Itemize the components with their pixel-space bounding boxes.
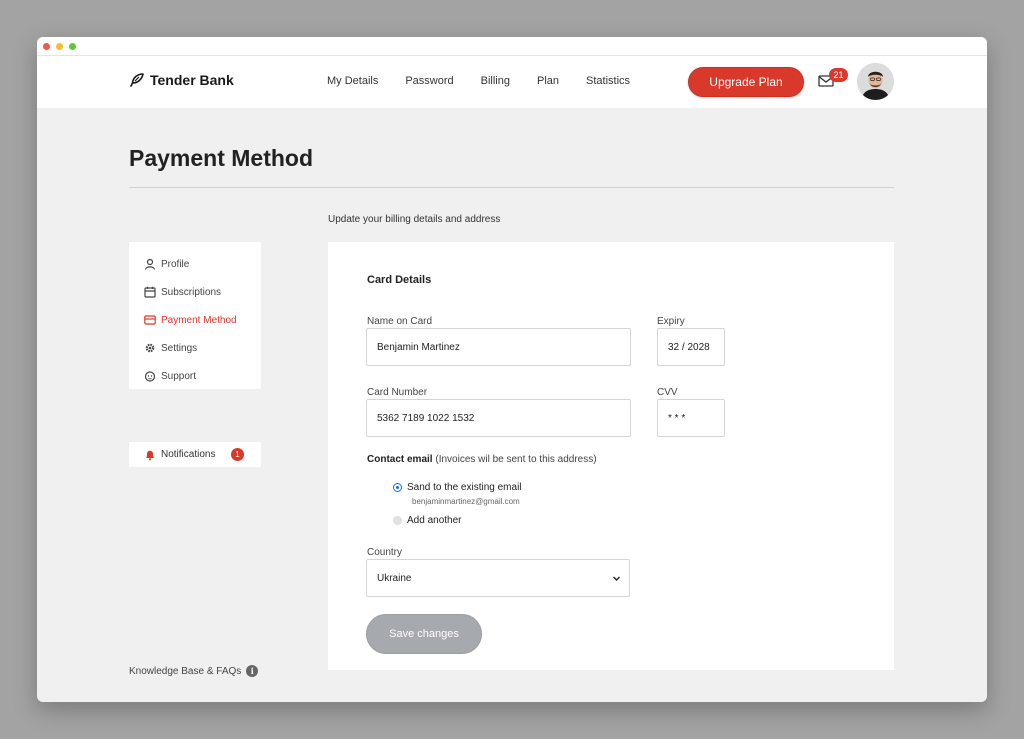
card-details-title: Card Details — [367, 274, 432, 286]
notifications-count-badge: 1 — [231, 448, 244, 461]
radio-existing-email[interactable]: Sand to the existing email — [393, 482, 522, 493]
title-bar — [37, 37, 987, 56]
sidebar-item-payment-method[interactable]: Payment Method — [129, 306, 261, 334]
info-icon: i — [246, 665, 259, 677]
country-value: Ukraine — [377, 572, 412, 584]
page-title: Payment Method — [129, 145, 314, 171]
calendar-icon — [144, 286, 156, 298]
radio-existing-email-label: Sand to the existing email — [407, 482, 522, 493]
user-icon — [144, 258, 156, 270]
nav-link-my-details[interactable]: My Details — [327, 75, 378, 87]
sidebar-item-label: Payment Method — [161, 314, 237, 326]
close-window-button[interactable] — [43, 43, 50, 50]
credit-card-icon — [144, 315, 156, 325]
logo[interactable]: Tender Bank — [129, 72, 234, 88]
expiry-label: Expiry — [657, 316, 685, 327]
mail-count-badge: 21 — [829, 68, 848, 82]
bell-icon — [146, 450, 154, 460]
sidebar-item-settings[interactable]: Settings — [129, 334, 261, 362]
avatar-image — [857, 63, 894, 100]
sidebar-item-label: Subscriptions — [161, 286, 222, 298]
sidebar-item-support[interactable]: Support — [129, 362, 261, 390]
nav-link-password[interactable]: Password — [405, 75, 453, 87]
chevron-down-icon — [613, 576, 620, 581]
cvv-label: CVV — [657, 387, 678, 398]
sidebar-item-label: Support — [161, 370, 197, 382]
support-icon — [144, 371, 156, 382]
notifications-item[interactable]: Notifications 1 — [129, 442, 261, 467]
sidebar-item-subscriptions[interactable]: Subscriptions — [129, 278, 261, 306]
country-label: Country — [367, 547, 403, 558]
avatar[interactable] — [857, 63, 894, 100]
notifications-label: Notifications — [161, 449, 216, 460]
existing-email-address: benjaminmartinez@gmail.com — [412, 497, 520, 506]
knowledge-base-label: Knowledge Base & FAQs — [129, 665, 242, 677]
card-number-label: Card Number — [367, 387, 428, 398]
name-on-card-label: Name on Card — [367, 316, 433, 327]
minimize-window-button[interactable] — [56, 43, 63, 50]
sidebar-item-label: Settings — [161, 342, 198, 354]
nav-link-plan[interactable]: Plan — [537, 75, 559, 87]
title-divider — [129, 187, 894, 188]
cvv-field[interactable]: * * * — [657, 399, 725, 437]
save-changes-button[interactable]: Save changes — [366, 614, 482, 654]
contact-email-note: (Invoices wil be sent to this address) — [435, 454, 597, 465]
sidebar-item-label: Profile — [161, 258, 190, 270]
radio-unselected-icon[interactable] — [393, 516, 402, 525]
contact-email-title: Contact email — [367, 454, 433, 465]
gear-icon — [145, 343, 155, 353]
nav-link-statistics[interactable]: Statistics — [586, 75, 630, 87]
card-details-panel: Card Details Name on Card Benjamin Marti… — [328, 242, 894, 670]
name-on-card-field[interactable]: Benjamin Martinez — [366, 328, 631, 366]
nav-link-billing[interactable]: Billing — [481, 75, 510, 87]
upgrade-plan-button[interactable]: Upgrade Plan — [688, 67, 804, 97]
radio-selected-icon[interactable] — [393, 483, 402, 492]
feather-icon — [130, 73, 144, 87]
side-menu: Profile Subscriptions Payment Method Set… — [129, 242, 261, 389]
radio-add-another-label: Add another — [407, 515, 462, 526]
card-number-field[interactable]: 5362 7189 1022 1532 — [366, 399, 631, 437]
knowledge-base-link[interactable]: Knowledge Base & FAQs i — [129, 665, 259, 677]
contact-email-label: Contact email (Invoices wil be sent to t… — [367, 454, 597, 465]
sidebar-item-profile[interactable]: Profile — [129, 250, 261, 278]
top-nav: Tender Bank My Details Password Billing … — [37, 56, 987, 108]
expiry-field[interactable]: 32 / 2028 — [657, 328, 725, 366]
nav-links: My Details Password Billing Plan Statist… — [327, 75, 657, 87]
country-select[interactable]: Ukraine — [366, 559, 630, 597]
brand-name: Tender Bank — [150, 72, 234, 88]
browser-window: Tender Bank My Details Password Billing … — [37, 37, 987, 702]
page-subtitle: Update your billing details and address — [328, 214, 501, 225]
radio-add-another[interactable]: Add another — [393, 515, 462, 526]
maximize-window-button[interactable] — [69, 43, 76, 50]
